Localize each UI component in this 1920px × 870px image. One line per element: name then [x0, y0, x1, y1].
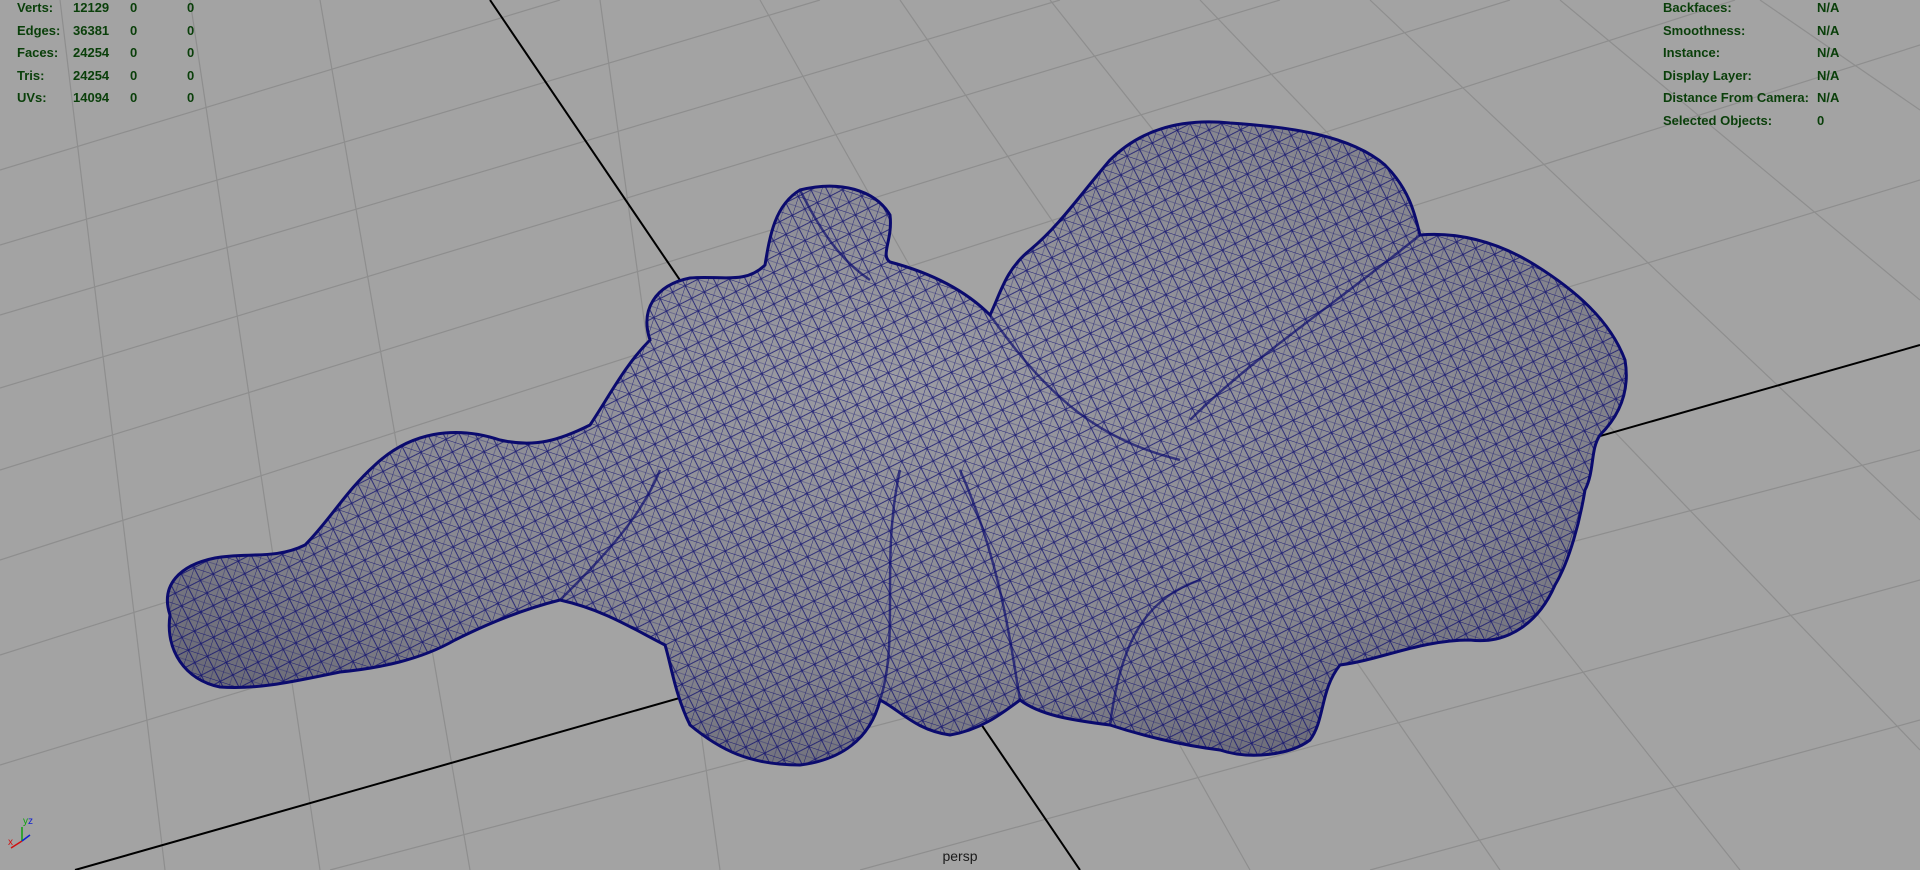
axis-indicator-icon: x y z [8, 816, 33, 849]
hud-highlighted-value: 0 [187, 22, 195, 38]
hud-label: Edges: [17, 22, 61, 38]
hud-selected-value: 0 [130, 90, 138, 105]
camera-name-label: persp [942, 848, 978, 864]
axis-z-label: z [28, 816, 33, 827]
hud-selected-value: 0 [130, 0, 138, 15]
hud-label: Faces: [17, 45, 59, 60]
axis-x-label: x [8, 837, 13, 848]
hud-value: N/A [1817, 0, 1840, 15]
hud-label: Display Layer: [1663, 67, 1752, 83]
hud-selected-value: 0 [130, 67, 138, 83]
hud-label: Backfaces: [1663, 0, 1732, 15]
hud-selected-value: 0 [130, 22, 138, 38]
hud-value: N/A [1817, 45, 1840, 60]
hud-label: Selected Objects: [1663, 112, 1773, 128]
hud-total-value: 24254 [73, 67, 110, 83]
hud-value: 0 [1817, 112, 1825, 128]
hud-label: Verts: [17, 0, 54, 15]
hud-total-value: 12129 [73, 0, 110, 15]
perspective-viewport[interactable] [0, 0, 1920, 870]
hud-highlighted-value: 0 [187, 0, 195, 15]
hud-value: N/A [1817, 22, 1840, 38]
hud-total-value: 24254 [73, 45, 110, 60]
hud-highlighted-value: 0 [187, 67, 195, 83]
hud-label: Distance From Camera: [1663, 90, 1809, 105]
hud-label: UVs: [17, 90, 47, 105]
hud-total-value: 14094 [73, 90, 110, 105]
hud-label: Smoothness: [1663, 22, 1746, 38]
hud-total-value: 36381 [73, 22, 110, 38]
hud-highlighted-value: 0 [187, 90, 195, 105]
hud-selected-value: 0 [130, 45, 138, 60]
hud-value: N/A [1817, 90, 1840, 105]
hud-label: Tris: [17, 67, 45, 83]
hud-highlighted-value: 0 [187, 45, 195, 60]
hud-label: Instance: [1663, 45, 1721, 60]
hud-value: N/A [1817, 67, 1840, 83]
